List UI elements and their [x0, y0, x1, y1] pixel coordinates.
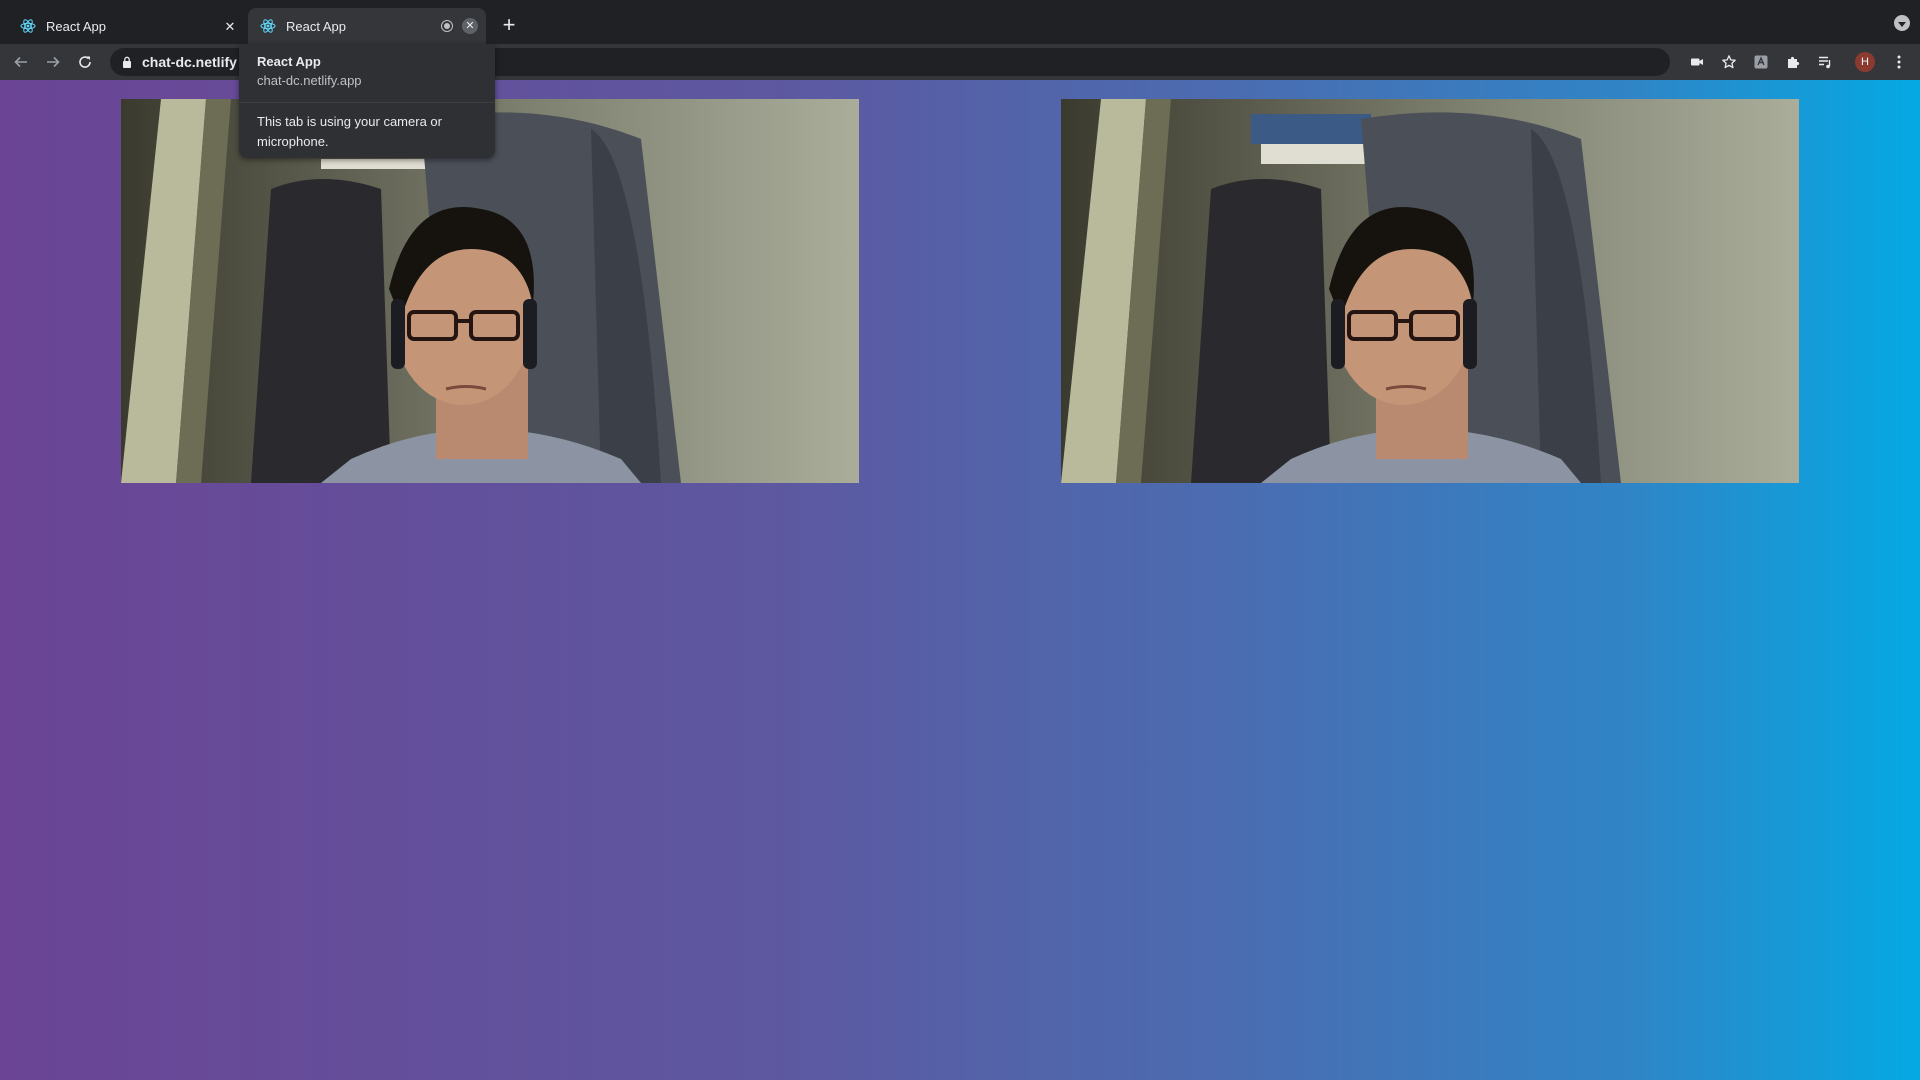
- tab-title: React App: [286, 18, 346, 34]
- tab-strip: React App ✕ React App ✕ +: [0, 0, 1920, 44]
- bookmark-star-icon[interactable]: [1717, 50, 1741, 74]
- page-background: [0, 80, 1920, 1080]
- hover-card-camera-alert: This tab is using your camera or microph…: [257, 114, 442, 149]
- close-tab-icon[interactable]: ✕: [222, 18, 238, 34]
- extensions-puzzle-icon[interactable]: [1781, 50, 1805, 74]
- new-tab-button[interactable]: +: [498, 14, 520, 36]
- forward-button[interactable]: [41, 50, 65, 74]
- more-menu-icon[interactable]: [1887, 50, 1911, 74]
- lock-icon: [123, 56, 131, 68]
- react-logo-icon: [260, 19, 276, 33]
- tab-react-app-1[interactable]: React App ✕: [8, 8, 246, 44]
- tab-search-icon[interactable]: [1894, 15, 1910, 31]
- hover-card-divider: [239, 102, 495, 103]
- react-logo-icon: [20, 19, 36, 33]
- arrow-left-icon: [14, 56, 27, 68]
- remote-video: [1061, 99, 1799, 483]
- reload-button[interactable]: [73, 50, 97, 74]
- reload-icon: [79, 56, 91, 68]
- tab-title: React App: [46, 18, 106, 34]
- recording-indicator-icon: [441, 20, 453, 32]
- close-tab-icon[interactable]: ✕: [462, 18, 478, 34]
- profile-avatar[interactable]: H: [1855, 52, 1875, 72]
- webcam-feed-image: [1061, 99, 1799, 483]
- back-button[interactable]: [9, 50, 33, 74]
- tab-hover-card: React App chat-dc.netlify.app This tab i…: [239, 44, 495, 158]
- extension-translate-icon[interactable]: [1749, 50, 1773, 74]
- hover-card-domain: chat-dc.netlify.app: [257, 73, 362, 88]
- media-controls-icon[interactable]: [1813, 50, 1837, 74]
- arrow-right-icon: [47, 56, 60, 68]
- hover-card-title: React App: [257, 54, 321, 69]
- address-url: chat-dc.netlify: [142, 54, 237, 70]
- tab-react-app-2[interactable]: React App ✕: [248, 8, 486, 44]
- camera-in-use-icon[interactable]: [1685, 50, 1709, 74]
